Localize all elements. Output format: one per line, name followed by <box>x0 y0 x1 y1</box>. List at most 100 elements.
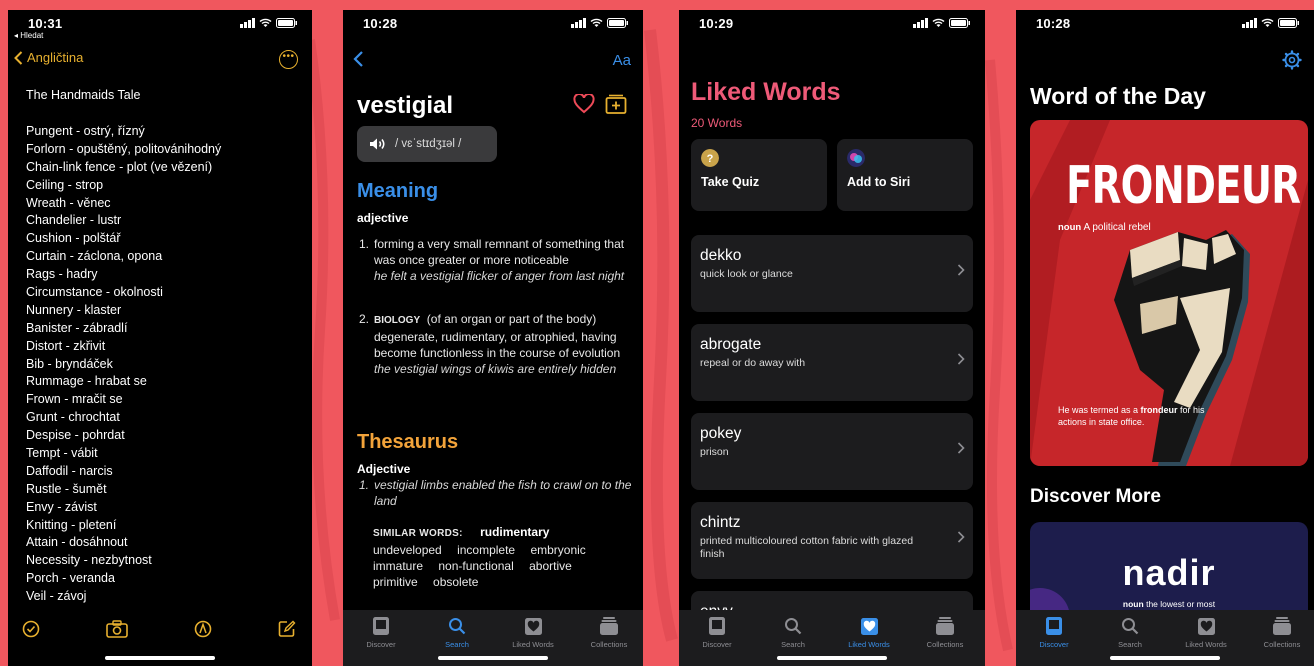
chevron-left-icon <box>14 50 23 65</box>
add-to-collection-icon[interactable] <box>605 94 627 114</box>
note-line: Attain - dosáhnout <box>26 535 128 550</box>
gear-icon[interactable] <box>1282 50 1302 70</box>
dictionary-screen: 10:28 Aa vestigial / vɛˈstɪdʒɪəl / Meani… <box>343 10 643 666</box>
collections-stack-icon <box>600 617 618 635</box>
note-line: Circumstance - okolnosti <box>26 285 163 300</box>
note-title: The Handmaids Tale <box>26 88 141 102</box>
note-line: Ceiling - strop <box>26 177 104 192</box>
take-quiz-button[interactable]: ? Take Quiz <box>691 139 827 211</box>
tab-liked-words[interactable]: Liked Words <box>1171 615 1241 649</box>
tab-search[interactable]: Search <box>1095 615 1165 649</box>
battery-icon <box>1278 18 1299 28</box>
tab-collections[interactable]: Collections <box>910 615 980 649</box>
definition-2-example: the vestigial wings of kiwis are entirel… <box>374 362 617 376</box>
note-line: Grunt - chrochtat <box>26 410 120 425</box>
note-line: Tempt - vábit <box>26 446 98 461</box>
home-indicator[interactable] <box>438 656 548 660</box>
similar-word[interactable]: rudimentary <box>480 525 549 539</box>
liked-word-row[interactable]: chintz printed multicoloured cotton fabri… <box>691 502 973 579</box>
note-line: Rummage - hrabat se <box>26 374 147 389</box>
similar-words-label: SIMILAR WORDS: <box>373 528 463 539</box>
search-icon <box>785 618 802 635</box>
add-to-siri-button[interactable]: Add to Siri <box>837 139 973 211</box>
tab-discover[interactable]: Discover <box>1019 615 1089 649</box>
back-button[interactable]: Angličtina <box>14 50 83 65</box>
liked-word-row[interactable]: abrogate repeal or do away with <box>691 324 973 401</box>
liked-word-meaning: printed multicoloured cotton fabric with… <box>700 535 914 560</box>
status-bar: 10:31 <box>8 16 312 36</box>
definition-1: 1. forming a very small remnant of somet… <box>357 236 633 284</box>
thesaurus-example: 1. vestigial limbs enabled the fish to c… <box>359 478 632 508</box>
collections-stack-icon <box>1273 617 1291 635</box>
liked-word-meaning: repeal or do away with <box>700 357 806 369</box>
checklist-icon[interactable] <box>22 620 40 638</box>
word-of-the-day-card[interactable]: FRONDEUR noun A political rebel He was t… <box>1030 120 1308 466</box>
tab-search[interactable]: Search <box>422 615 492 649</box>
note-line: Distort - zkřivit <box>26 338 106 353</box>
similar-word[interactable]: obsolete <box>433 575 478 589</box>
liked-word: pokey <box>700 425 742 442</box>
back-to-search-link[interactable]: ◂ Hledat <box>14 31 43 40</box>
back-chevron-icon[interactable] <box>353 50 365 68</box>
note-line: Frown - mračit se <box>26 392 123 407</box>
signal-icon <box>913 18 928 28</box>
note-line: Forlorn - opuštěný, politovánihodný <box>26 141 222 156</box>
chevron-right-icon <box>957 263 965 281</box>
discover-more-definition: noun the lowest or most <box>1122 599 1216 609</box>
battery-icon <box>607 18 628 28</box>
similar-word[interactable]: primitive <box>373 575 418 589</box>
tab-discover[interactable]: Discover <box>346 615 416 649</box>
note-line: Envy - závist <box>26 499 97 514</box>
status-bar: 10:28 <box>343 16 643 36</box>
chevron-right-icon <box>957 441 965 459</box>
battery-icon <box>949 18 970 28</box>
discover-more-heading: Discover More <box>1030 486 1161 507</box>
definition-2-domain: BIOLOGY <box>374 315 421 326</box>
word-of-the-day-word: FRONDEUR <box>1066 156 1301 216</box>
tab-discover[interactable]: Discover <box>682 615 752 649</box>
status-bar: 10:28 <box>1016 16 1314 36</box>
similar-word[interactable]: undeveloped <box>373 543 442 557</box>
tab-liked-words[interactable]: Liked Words <box>498 615 568 649</box>
liked-heart-icon <box>1197 617 1215 635</box>
similar-word[interactable]: immature <box>373 559 423 573</box>
liked-word: chintz <box>700 514 741 531</box>
heart-icon[interactable] <box>573 94 595 114</box>
home-indicator[interactable] <box>777 656 887 660</box>
word-of-the-day-example: He was termed as a frondeur for his acti… <box>1058 405 1205 427</box>
discover-card-icon <box>709 617 725 635</box>
thesaurus-heading: Thesaurus <box>357 431 459 453</box>
camera-icon[interactable] <box>106 620 128 638</box>
markup-pen-icon[interactable] <box>194 620 212 638</box>
liked-word: abrogate <box>700 336 762 353</box>
font-size-button[interactable]: Aa <box>613 52 631 69</box>
tab-collections[interactable]: Collections <box>574 615 643 649</box>
note-line: Porch - veranda <box>26 571 115 586</box>
liked-word-row[interactable]: pokey prison <box>691 413 973 490</box>
liked-word-row[interactable]: dekko quick look or glance <box>691 235 973 312</box>
pronunciation-text: / vɛˈstɪdʒɪəl / <box>395 138 462 150</box>
note-body[interactable]: Pungent - ostrý, řízný Forlorn - opuštěný… <box>26 123 221 606</box>
note-line: Nunnery - klaster <box>26 302 122 317</box>
tab-search[interactable]: Search <box>758 615 828 649</box>
pronunciation-button[interactable]: / vɛˈstɪdʒɪəl / <box>357 126 497 162</box>
status-time: 10:29 <box>699 16 734 31</box>
liked-word: dekko <box>700 247 742 264</box>
battery-icon <box>276 18 297 28</box>
tab-collections[interactable]: Collections <box>1247 615 1314 649</box>
liked-heart-icon <box>860 617 878 635</box>
compose-icon[interactable] <box>278 620 296 638</box>
siri-icon <box>847 149 865 167</box>
home-indicator[interactable] <box>1110 656 1220 660</box>
similar-word[interactable]: non-functional <box>438 559 513 573</box>
home-indicator[interactable] <box>105 656 215 660</box>
similar-word[interactable]: abortive <box>529 559 572 573</box>
chevron-right-icon <box>957 530 965 548</box>
note-line: Knitting - pletení <box>26 517 117 532</box>
discover-card-icon <box>1046 617 1062 635</box>
similar-word[interactable]: embryonic <box>530 543 585 557</box>
tab-liked-words[interactable]: Liked Words <box>834 615 904 649</box>
more-options-icon[interactable]: ••• <box>279 50 298 69</box>
similar-word[interactable]: incomplete <box>457 543 515 557</box>
liked-word-meaning: quick look or glance <box>700 268 793 280</box>
